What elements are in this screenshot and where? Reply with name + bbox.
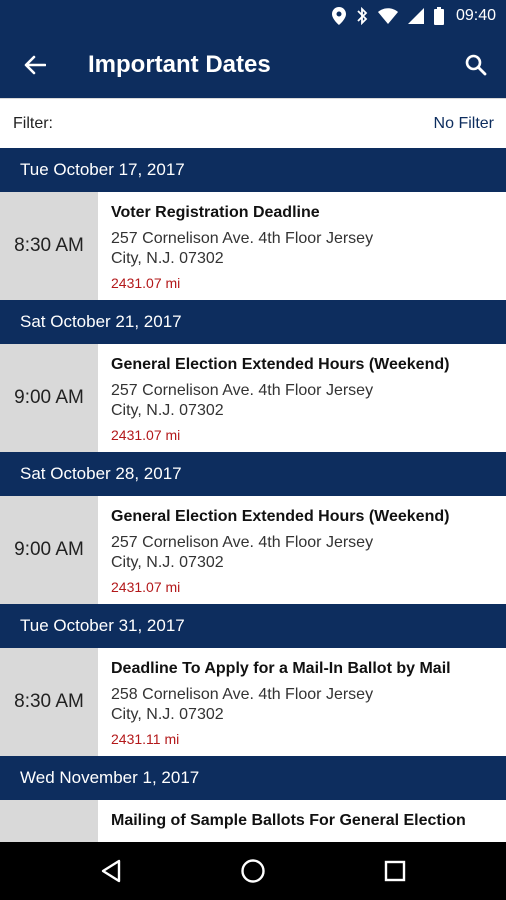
date-header: Wed November 1, 2017	[0, 756, 506, 800]
event-address: 257 Cornelison Ave. 4th Floor Jersey Cit…	[111, 229, 494, 269]
event-info: Mailing of Sample Ballots For General El…	[98, 800, 506, 842]
event-time: 8:30 AM	[0, 192, 98, 300]
filter-row: Filter: No Filter	[0, 98, 506, 148]
event-info: Deadline To Apply for a Mail-In Ballot b…	[98, 648, 506, 756]
app-bar: Important Dates	[0, 32, 506, 98]
back-button[interactable]	[0, 32, 70, 98]
event-name: General Election Extended Hours (Weekend…	[111, 508, 450, 525]
system-home-button[interactable]	[223, 842, 283, 900]
event-address-line1: 258 Cornelison Ave. 4th Floor Jersey	[111, 686, 374, 703]
event-address-line1: 257 Cornelison Ave. 4th Floor Jersey	[111, 382, 374, 399]
event-distance: 2431.07 mi	[111, 579, 181, 595]
list-item[interactable]: 8:30 AM Deadline To Apply for a Mail-In …	[0, 648, 506, 756]
bluetooth-icon	[356, 7, 368, 25]
status-time: 09:40	[455, 7, 496, 24]
signal-icon	[407, 8, 424, 24]
list-item[interactable]: Mailing of Sample Ballots For General El…	[0, 800, 506, 842]
battery-icon	[433, 7, 444, 25]
event-time: 8:30 AM	[0, 648, 98, 756]
list-item[interactable]: 9:00 AM General Election Extended Hours …	[0, 344, 506, 452]
status-bar: 09:40	[0, 0, 506, 32]
event-info: General Election Extended Hours (Weekend…	[98, 496, 506, 604]
list-item[interactable]: 8:30 AM Voter Registration Deadline 257 …	[0, 192, 506, 300]
event-address: 257 Cornelison Ave. 4th Floor Jersey Cit…	[111, 533, 494, 573]
event-address: 257 Cornelison Ave. 4th Floor Jersey Cit…	[111, 381, 494, 421]
event-name: Voter Registration Deadline	[111, 204, 320, 221]
event-address-line2: City, N.J. 07302	[111, 402, 224, 419]
event-info: Voter Registration Deadline 257 Cornelis…	[98, 192, 506, 300]
system-navigation-bar	[0, 842, 506, 900]
list-item[interactable]: 9:00 AM General Election Extended Hours …	[0, 496, 506, 604]
search-icon	[465, 54, 487, 76]
date-header: Sat October 21, 2017	[0, 300, 506, 344]
filter-selector[interactable]: No Filter	[434, 115, 494, 133]
event-address-line1: 257 Cornelison Ave. 4th Floor Jersey	[111, 534, 374, 551]
event-address-line2: City, N.J. 07302	[111, 554, 224, 571]
event-distance: 2431.11 mi	[111, 731, 180, 747]
event-address-line2: City, N.J. 07302	[111, 706, 224, 723]
back-triangle-icon	[101, 859, 121, 883]
home-circle-icon	[241, 859, 265, 883]
location-icon	[331, 7, 346, 25]
filter-label: Filter:	[13, 114, 53, 132]
date-header: Tue October 17, 2017	[0, 148, 506, 192]
event-distance: 2431.07 mi	[111, 427, 181, 443]
back-arrow-icon	[24, 55, 46, 75]
event-time: 9:00 AM	[0, 496, 98, 604]
event-address: 258 Cornelison Ave. 4th Floor Jersey Cit…	[111, 685, 494, 725]
date-header: Tue October 31, 2017	[0, 604, 506, 648]
page-title: Important Dates	[88, 51, 271, 78]
search-button[interactable]	[446, 32, 506, 98]
event-address-line1: 257 Cornelison Ave. 4th Floor Jersey	[111, 230, 374, 247]
event-distance: 2431.07 mi	[111, 275, 181, 291]
event-name: General Election Extended Hours (Weekend…	[111, 356, 450, 373]
recents-square-icon	[384, 860, 406, 882]
event-address-line2: City, N.J. 07302	[111, 250, 224, 267]
wifi-icon	[377, 8, 398, 24]
important-dates-list: Tue October 17, 2017 8:30 AM Voter Regis…	[0, 148, 506, 842]
system-recents-button[interactable]	[365, 842, 425, 900]
event-time	[0, 800, 98, 842]
event-name: Mailing of Sample Ballots For General El…	[111, 812, 466, 829]
event-info: General Election Extended Hours (Weekend…	[98, 344, 506, 452]
event-name: Deadline To Apply for a Mail-In Ballot b…	[111, 660, 451, 677]
date-header: Sat October 28, 2017	[0, 452, 506, 496]
system-back-button[interactable]	[81, 842, 141, 900]
event-time: 9:00 AM	[0, 344, 98, 452]
